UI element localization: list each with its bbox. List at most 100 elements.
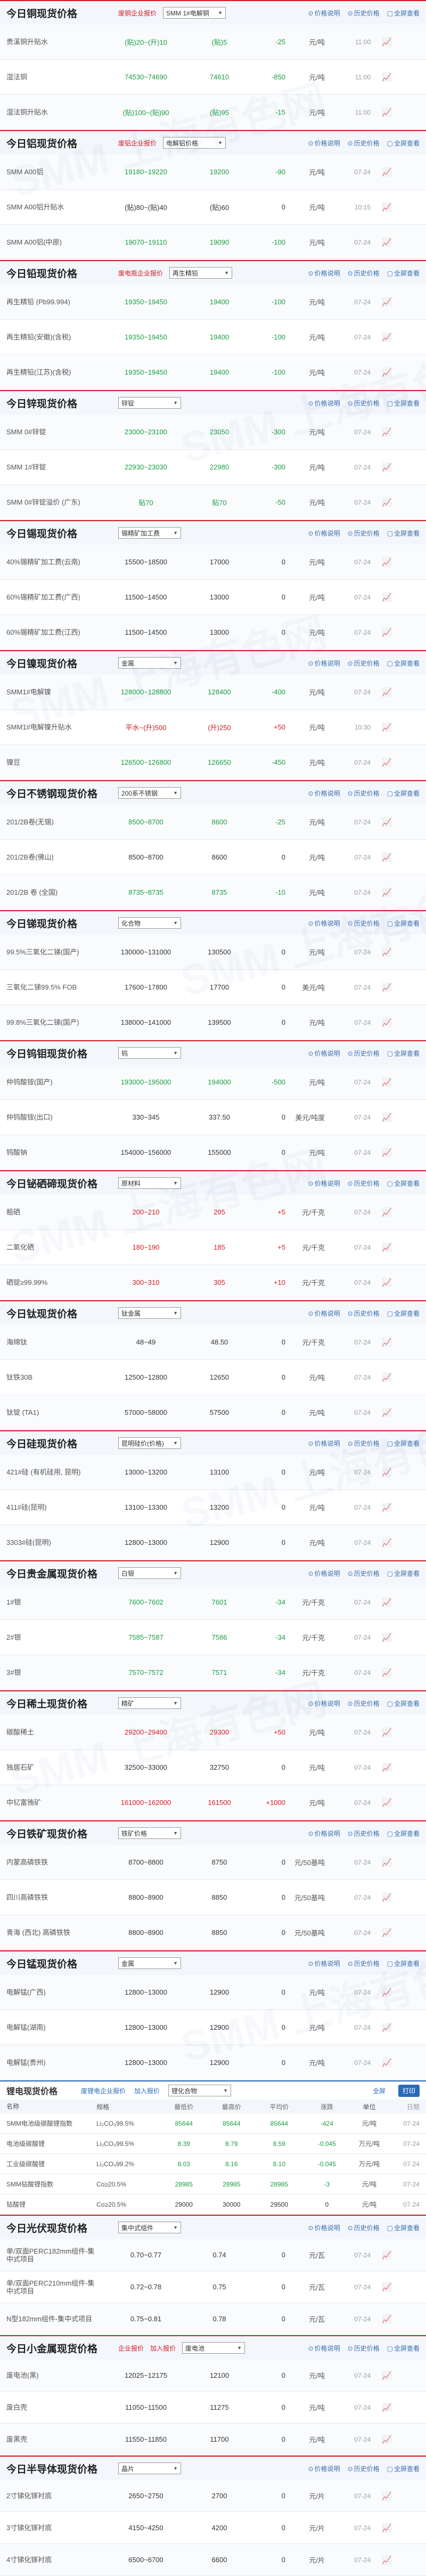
product-name[interactable]: 钛锭 (TA1): [6, 1408, 101, 1416]
trend-chart-icon[interactable]: 📈: [371, 817, 392, 827]
product-name[interactable]: 再生精铅 (Pb99.994): [6, 298, 101, 306]
trend-chart-icon[interactable]: 📈: [371, 297, 392, 307]
category-select[interactable]: 200系不锈钢 ▼: [118, 787, 181, 799]
fullscreen-button[interactable]: 全屏: [373, 2086, 386, 2095]
product-name[interactable]: 单/双面PERC182mm组件-集中式项目: [6, 2247, 101, 2263]
product-name[interactable]: 废白壳: [6, 2403, 101, 2411]
trend-chart-icon[interactable]: 📈: [371, 687, 392, 697]
trend-chart-icon[interactable]: 📈: [371, 1148, 392, 1157]
section-tag-link[interactable]: 废铜企业报价: [118, 9, 157, 18]
history-price-link[interactable]: ⊙ 历史价格: [348, 1699, 380, 1708]
fullscreen-link[interactable]: ▢ 全屏查看: [387, 1049, 420, 1058]
price-desc-link[interactable]: ⊙ 价格说明: [308, 399, 340, 408]
price-desc-link[interactable]: ⊙ 价格说明: [308, 1439, 340, 1448]
product-name[interactable]: SMM电池级碳酸锂指数: [6, 2120, 96, 2127]
trend-chart-icon[interactable]: 📈: [371, 1728, 392, 1737]
product-name[interactable]: 99.5%三氧化二锑(国产): [6, 948, 101, 956]
trend-chart-icon[interactable]: 📈: [371, 2282, 392, 2292]
product-name[interactable]: 411#硅(昆明): [6, 1503, 101, 1511]
trend-chart-icon[interactable]: 📈: [371, 2435, 392, 2444]
product-name[interactable]: SMM 0#锌锭: [6, 428, 101, 436]
product-name[interactable]: 3寸锑化镓衬底: [6, 2524, 101, 2532]
trend-chart-icon[interactable]: 📈: [371, 723, 392, 732]
price-desc-link[interactable]: ⊙ 价格说明: [308, 9, 340, 18]
price-desc-link[interactable]: ⊙ 价格说明: [308, 1829, 340, 1838]
fullscreen-link[interactable]: ▢ 全屏查看: [387, 1959, 420, 1968]
trend-chart-icon[interactable]: 📈: [371, 2250, 392, 2260]
product-name[interactable]: 钛铁30B: [6, 1373, 101, 1381]
trend-chart-icon[interactable]: 📈: [371, 1988, 392, 1997]
trend-chart-icon[interactable]: 📈: [371, 463, 392, 472]
trend-chart-icon[interactable]: 📈: [371, 1763, 392, 1772]
trend-chart-icon[interactable]: 📈: [371, 1798, 392, 1808]
history-price-link[interactable]: ⊙ 历史价格: [348, 919, 380, 928]
history-price-link[interactable]: ⊙ 历史价格: [348, 2344, 380, 2353]
product-name[interactable]: 电解锰(贵州): [6, 2059, 101, 2067]
trend-chart-icon[interactable]: 📈: [371, 947, 392, 957]
trend-chart-icon[interactable]: 📈: [371, 1278, 392, 1287]
category-select[interactable]: 金属 ▼: [118, 657, 181, 669]
trend-chart-icon[interactable]: 📈: [371, 1468, 392, 1477]
trend-chart-icon[interactable]: 📈: [371, 238, 392, 247]
price-desc-link[interactable]: ⊙ 价格说明: [308, 2223, 340, 2232]
fullscreen-link[interactable]: ▢ 全屏查看: [387, 139, 420, 148]
trend-chart-icon[interactable]: 📈: [371, 202, 392, 212]
product-name[interactable]: SMM钴酸锂指数: [6, 2181, 96, 2188]
trend-chart-icon[interactable]: 📈: [371, 888, 392, 897]
trend-chart-icon[interactable]: 📈: [371, 72, 392, 82]
trend-chart-icon[interactable]: 📈: [371, 333, 392, 342]
section-tag-link[interactable]: 企业报价: [118, 2344, 144, 2353]
product-name[interactable]: SMM1#电解镍升贴水: [6, 723, 101, 731]
price-desc-link[interactable]: ⊙ 价格说明: [308, 1959, 340, 1968]
history-price-link[interactable]: ⊙ 历史价格: [348, 2223, 380, 2232]
trend-chart-icon[interactable]: 📈: [371, 1208, 392, 1217]
category-select[interactable]: 废电池 ▼: [182, 2342, 245, 2354]
trend-chart-icon[interactable]: 📈: [371, 2023, 392, 2032]
price-desc-link[interactable]: ⊙ 价格说明: [308, 1179, 340, 1188]
fullscreen-link[interactable]: ▢ 全屏查看: [387, 1829, 420, 1838]
category-select[interactable]: 锌锭 ▼: [118, 397, 181, 409]
category-select[interactable]: 白银 ▼: [118, 1567, 181, 1579]
product-name[interactable]: 湿法铜升贴水: [6, 108, 101, 116]
product-name[interactable]: 4寸锑化镓衬底: [6, 2556, 101, 2564]
category-select[interactable]: 铁矿价格 ▼: [118, 1827, 181, 1839]
product-name[interactable]: 40%锡精矿加工费(云南): [6, 558, 101, 566]
history-price-link[interactable]: ⊙ 历史价格: [348, 139, 380, 148]
product-name[interactable]: 仲钨酸铵(国产): [6, 1078, 101, 1086]
product-name[interactable]: 2#银: [6, 1633, 101, 1641]
product-name[interactable]: 201/2B卷(佛山): [6, 853, 101, 861]
trend-chart-icon[interactable]: 📈: [371, 1338, 392, 1347]
trend-chart-icon[interactable]: 📈: [371, 557, 392, 567]
product-name[interactable]: 粗硒: [6, 1208, 101, 1216]
price-desc-link[interactable]: ⊙ 价格说明: [308, 1049, 340, 1058]
trend-chart-icon[interactable]: 📈: [371, 1928, 392, 1938]
price-desc-link[interactable]: ⊙ 价格说明: [308, 1699, 340, 1708]
trend-chart-icon[interactable]: 📈: [371, 167, 392, 177]
fullscreen-link[interactable]: ▢ 全屏查看: [387, 2344, 420, 2353]
trend-chart-icon[interactable]: 📈: [371, 1503, 392, 1512]
product-name[interactable]: 1#银: [6, 1598, 101, 1606]
category-select[interactable]: 化合物 ▼: [118, 917, 181, 929]
category-select[interactable]: 电解铝价格 ▼: [163, 137, 226, 149]
product-name[interactable]: 421#硅 (有机硅用, 昆明): [6, 1468, 101, 1476]
product-name[interactable]: 三氧化二锑99.5% FOB: [6, 983, 101, 991]
trend-chart-icon[interactable]: 📈: [371, 2058, 392, 2068]
category-select[interactable]: 集中式组件 ▼: [118, 2222, 181, 2233]
trend-chart-icon[interactable]: 📈: [371, 1598, 392, 1607]
product-name[interactable]: 废黑壳: [6, 2435, 101, 2443]
trend-chart-icon[interactable]: 📈: [371, 108, 392, 117]
product-name[interactable]: 四川高磷铁铁: [6, 1893, 101, 1901]
category-select[interactable]: 昆明硅价(价格) ▼: [118, 1437, 181, 1449]
price-desc-link[interactable]: ⊙ 价格说明: [308, 789, 340, 798]
product-name[interactable]: 电解锰(广西): [6, 1988, 101, 1996]
product-name[interactable]: 钴酸锂: [6, 2201, 96, 2208]
history-price-link[interactable]: ⊙ 历史价格: [348, 1179, 380, 1188]
history-price-link[interactable]: ⊙ 历史价格: [348, 659, 380, 668]
fullscreen-link[interactable]: ▢ 全屏查看: [387, 1309, 420, 1318]
fullscreen-link[interactable]: ▢ 全屏查看: [387, 2223, 420, 2232]
fullscreen-link[interactable]: ▢ 全屏查看: [387, 2464, 420, 2473]
fullscreen-link[interactable]: ▢ 全屏查看: [387, 269, 420, 278]
product-name[interactable]: 仲钨酸铵(出口): [6, 1113, 101, 1121]
product-name[interactable]: 贵溪铜升贴水: [6, 38, 101, 46]
product-name[interactable]: 60%锡精矿加工费(广西): [6, 593, 101, 601]
